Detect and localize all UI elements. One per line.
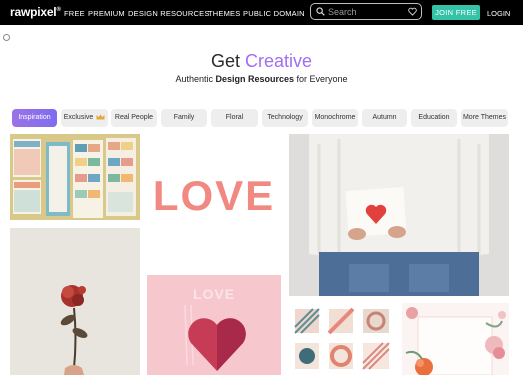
filter-chip-family[interactable]: Family [161, 109, 207, 127]
heart-icon[interactable] [408, 7, 417, 16]
nav-link-public-domain[interactable]: PUBLIC DOMAIN [243, 9, 305, 18]
filter-chip-more-themes[interactable]: More Themes [461, 109, 508, 127]
filter-chip-monochrome[interactable]: Monochrome [312, 109, 358, 127]
hero-subtitle: Authentic Design Resources for Everyone [175, 74, 348, 84]
person-holding-card-image [289, 134, 509, 296]
image-tile-patterns[interactable] [289, 303, 396, 375]
top-nav: rawpixel® FREE PREMIUM DESIGN RESOURCES … [0, 0, 523, 25]
image-tile-calendars[interactable] [10, 134, 140, 220]
love-brush-text: LOVE [152, 172, 276, 219]
filter-chip-autumn[interactable]: Autumn [362, 109, 407, 127]
image-tile-love-heart[interactable]: LOVE [147, 275, 281, 375]
filter-chip-technology[interactable]: Technology [262, 109, 308, 127]
filter-chip-exclusive[interactable]: Exclusive [61, 109, 108, 127]
search-input[interactable] [328, 5, 404, 18]
crown-icon [96, 114, 105, 120]
join-free-button[interactable]: JOIN FREE [432, 5, 480, 20]
nav-link-free[interactable]: FREE [64, 9, 85, 18]
heart-illustration [184, 304, 246, 371]
nav-link-design-resources[interactable]: DESIGN RESOURCES [128, 9, 210, 18]
pattern-grid-image [294, 307, 390, 370]
search-box[interactable] [310, 3, 422, 20]
image-tile-valentine-card[interactable] [289, 134, 509, 296]
filter-chip-floral[interactable]: Floral [211, 109, 258, 127]
image-tile-rose[interactable] [10, 228, 140, 375]
image-tile-love-text[interactable]: LOVE [147, 134, 281, 265]
radio-indicator [3, 34, 10, 41]
filter-chip-real-people[interactable]: Real People [111, 109, 157, 127]
nav-link-themes[interactable]: THEMES [208, 9, 240, 18]
hero-title: Get Creative [210, 51, 313, 71]
floral-illustration-image [402, 303, 509, 375]
filter-chip-inspiration[interactable]: Inspiration [12, 109, 57, 127]
calendar-mockup-image [10, 134, 140, 220]
search-icon [316, 7, 325, 16]
rose-image [10, 228, 140, 375]
rawpixel-logo[interactable]: rawpixel® [10, 5, 61, 19]
login-link[interactable]: LOGIN [487, 9, 510, 18]
nav-link-premium[interactable]: PREMIUM [88, 9, 125, 18]
image-tile-floral[interactable] [402, 303, 509, 375]
filter-chip-education[interactable]: Education [411, 109, 457, 127]
